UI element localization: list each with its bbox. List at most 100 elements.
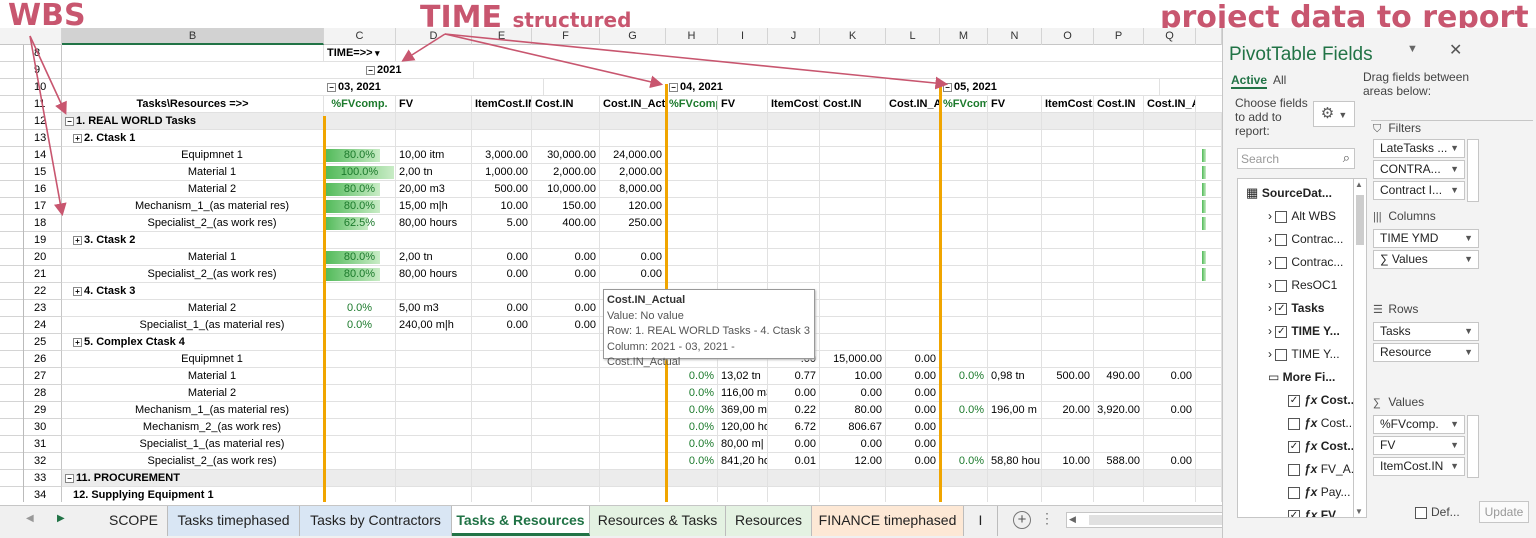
field-label: Cost... [1320, 439, 1358, 453]
field-checkbox[interactable]: ✓ [1288, 394, 1300, 407]
area-scrollbar[interactable] [1467, 139, 1479, 202]
function-icon: ƒx [1304, 485, 1321, 499]
field-item[interactable]: ✓ ƒx Cost... [1288, 390, 1357, 410]
sheet-tabs-bar: ◀ ▶ SCOPE Tasks timephased Tasks by Contra… [0, 505, 1256, 538]
dropdown-icon[interactable]: ▼ [1450, 182, 1459, 199]
field-item[interactable]: ▭ More Fi... [1268, 367, 1335, 387]
sum-icon: ∑ [1373, 397, 1381, 409]
dropdown-icon[interactable]: ▼ [1464, 344, 1473, 361]
field-item[interactable]: › Contrac... [1268, 229, 1343, 249]
field-checkbox[interactable]: ✓ [1275, 302, 1288, 315]
search-icon: ⌕ [1342, 150, 1350, 165]
field-item[interactable]: ƒx Pay... [1288, 482, 1350, 502]
field-item[interactable]: ✓ ƒx Cost... [1288, 436, 1357, 456]
dropdown-icon[interactable]: ▼ [1464, 230, 1473, 247]
field-checkbox[interactable] [1275, 210, 1288, 223]
field-item[interactable]: › ✓ Tasks [1268, 298, 1324, 318]
field-list-scrollbar[interactable]: ▲ ▼ [1353, 178, 1367, 518]
dropdown-icon[interactable]: ▼ [1450, 140, 1459, 157]
add-sheet-icon[interactable]: + [1013, 511, 1031, 529]
field-label: Cost... [1320, 393, 1358, 407]
field-item[interactable]: ƒx FV_A... [1288, 459, 1361, 479]
choose-instructions: Choose fields to add to report: [1235, 96, 1308, 138]
field-item[interactable]: ✓ ƒx FV [1288, 505, 1337, 518]
row-field[interactable]: Tasks ▼ [1373, 322, 1479, 341]
tab-all[interactable]: All [1273, 73, 1286, 87]
field-item[interactable]: › TIME Y... [1268, 344, 1340, 364]
update-button[interactable]: Update [1479, 501, 1529, 523]
field-label: TIME Y... [1291, 347, 1340, 361]
field-checkbox[interactable] [1275, 233, 1288, 246]
sheet-tab[interactable]: FINANCE timephased [812, 506, 964, 536]
dropdown-icon[interactable]: ▼ [1464, 251, 1473, 268]
sheet-tab[interactable]: I [964, 506, 998, 536]
sheet-tab[interactable]: Tasks timephased [168, 506, 300, 536]
function-icon: ƒx [1304, 439, 1321, 453]
field-checkbox[interactable]: ✓ [1275, 325, 1288, 338]
field-checkbox[interactable] [1288, 417, 1300, 430]
dropdown-icon[interactable]: ▼ [1450, 458, 1459, 475]
field-list[interactable]: ▦ SourceDat... › Alt WBS › Contrac... › Con… [1237, 178, 1367, 518]
field-label: Cost... [1320, 416, 1356, 430]
tab-scroll-left-icon[interactable]: ◀ [26, 513, 34, 524]
field-checkbox[interactable]: ✓ [1288, 440, 1300, 453]
sheet-tab[interactable]: SCOPE [100, 506, 168, 536]
value-field[interactable]: %FVcomp. ▼ [1373, 415, 1465, 434]
row-field[interactable]: Resource ▼ [1373, 343, 1479, 362]
close-icon[interactable]: ✕ [1449, 40, 1462, 60]
panel-options-icon[interactable]: ▼ [1407, 43, 1418, 55]
sheet-tab[interactable]: Resources [726, 506, 812, 536]
tooltip-title: Cost.IN_Actual [607, 294, 686, 306]
rows-area-label: ☰ Rows [1373, 302, 1419, 316]
more-options-icon[interactable]: ⋮ [1040, 510, 1054, 527]
tooltip-row: Row: 1. REAL WORLD Tasks - 4. Ctask 3 [607, 325, 810, 337]
field-item[interactable]: › ✓ TIME Y... [1268, 321, 1340, 341]
scroll-down-icon[interactable]: ▼ [1355, 507, 1363, 516]
sheet-tab[interactable]: Tasks & Resources [452, 506, 590, 536]
field-checkbox[interactable] [1275, 279, 1288, 292]
column-field[interactable]: TIME YMD ▼ [1373, 229, 1479, 248]
dropdown-icon[interactable]: ▼ [1464, 323, 1473, 340]
area-scrollbar[interactable] [1467, 415, 1479, 478]
field-item[interactable]: › ResOC1 [1268, 275, 1337, 295]
filter-field[interactable]: Contract I... ▼ [1373, 181, 1465, 200]
scrollbar-thumb[interactable] [1356, 195, 1364, 245]
field-item[interactable]: › Alt WBS [1268, 206, 1336, 226]
column-field[interactable]: ∑ Values ▼ [1373, 250, 1479, 269]
field-checkbox[interactable]: ✓ [1288, 509, 1300, 517]
filter-field[interactable]: LateTasks ... ▼ [1373, 139, 1465, 158]
horizontal-scrollbar[interactable]: ◀ ▶ [1066, 512, 1236, 528]
sheet-tab[interactable]: Tasks by Contractors [300, 506, 452, 536]
expand-chevron-icon: › [1268, 324, 1276, 338]
table-icon: ▦ [1246, 185, 1262, 200]
gear-icon[interactable]: ⚙ ▼ [1313, 101, 1355, 127]
scroll-up-icon[interactable]: ▲ [1355, 180, 1363, 189]
filter-field[interactable]: CONTRA... ▼ [1373, 160, 1465, 179]
tooltip-column: Column: 2021 - 03, 2021 - Cost.IN_Actual [607, 340, 735, 369]
dropdown-icon[interactable]: ▼ [1450, 416, 1459, 433]
search-input[interactable]: Search ⌕ [1237, 148, 1355, 169]
scrollbar-thumb[interactable] [1089, 515, 1229, 525]
field-item[interactable]: ▦ SourceDat... [1246, 183, 1332, 203]
field-checkbox[interactable] [1275, 256, 1288, 269]
tab-active[interactable]: Active [1231, 73, 1268, 89]
defer-update-checkbox[interactable]: Def... [1415, 505, 1460, 519]
function-icon: ƒx [1304, 462, 1321, 476]
dropdown-icon[interactable]: ▼ [1450, 437, 1459, 454]
sheet-tab[interactable]: Resources & Tasks [590, 506, 726, 536]
field-item[interactable]: ƒx Cost... [1288, 413, 1355, 433]
field-checkbox[interactable] [1288, 486, 1300, 499]
field-label: Pay... [1320, 485, 1351, 499]
scroll-left-icon[interactable]: ◀ [1069, 514, 1076, 525]
dropdown-icon[interactable]: ▼ [1450, 161, 1459, 178]
tooltip-value: Value: No value [607, 309, 684, 322]
value-field[interactable]: ItemCost.IN ▼ [1373, 457, 1465, 476]
tab-scroll-right-icon[interactable]: ▶ [57, 513, 65, 524]
function-icon: ƒx [1304, 393, 1321, 407]
drag-instructions: Drag fields between areas below: [1363, 70, 1470, 98]
field-label: FV [1320, 508, 1337, 518]
field-checkbox[interactable] [1275, 348, 1288, 361]
value-field[interactable]: FV ▼ [1373, 436, 1465, 455]
field-checkbox[interactable] [1288, 463, 1300, 476]
field-item[interactable]: › Contrac... [1268, 252, 1343, 272]
